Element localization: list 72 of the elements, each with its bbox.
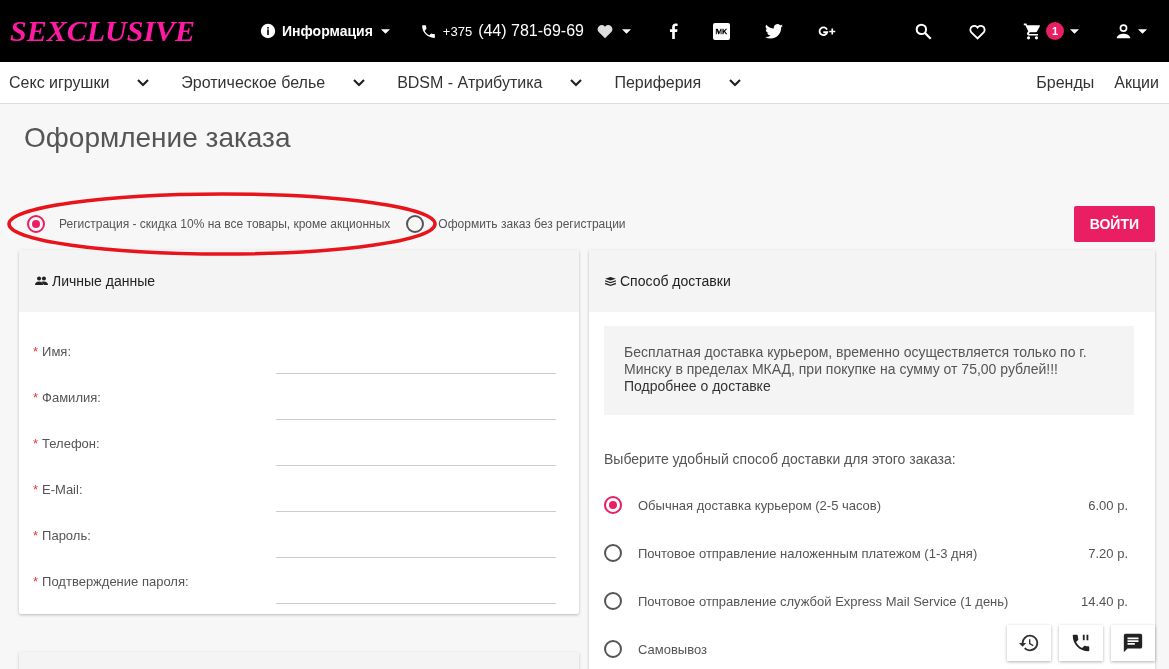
chat-button[interactable] [1111, 625, 1155, 661]
panel-title: Способ доставки [620, 273, 731, 289]
field-label: E-Mail: [42, 481, 84, 497]
delivery-prompt: Выберите удобный способ доставки для этого заказа: [604, 451, 957, 467]
phone-icon [419, 22, 437, 40]
required-asterisk: * [33, 481, 39, 497]
price-text: 7.20 р. [1088, 545, 1128, 561]
history-icon [1018, 632, 1040, 654]
field-label: Подтверждение пароля: [42, 573, 190, 589]
phone-code: +375 [442, 23, 473, 39]
nav-link[interactable]: Бренды [1036, 73, 1095, 92]
category-link[interactable]: Периферия [614, 73, 702, 92]
radio-button[interactable] [27, 215, 45, 233]
chevron-down-icon[interactable] [729, 78, 742, 87]
option-label[interactable]: Почтовое отправление наложенным платежом (1-3 дня) [638, 545, 978, 561]
category-link[interactable]: BDSM - Атрибутика [397, 73, 543, 92]
field-label: Пароль: [42, 527, 92, 543]
info-menu[interactable]: Информация [282, 23, 373, 39]
radio-label[interactable]: Регистрация - скидка 10% на все товары, кроме акционных [59, 217, 391, 231]
cart-count-badge: 1 [1046, 22, 1064, 40]
option-label[interactable]: Самовывоз [638, 641, 707, 657]
radio-label[interactable]: Оформить заказ без регистрации [438, 217, 626, 231]
phone-number[interactable]: (44) 781-69-69 [478, 22, 584, 40]
google-plus-icon[interactable] [818, 25, 836, 37]
caret-icon[interactable] [1070, 28, 1079, 34]
price-text: 6.00 р. [1088, 497, 1128, 513]
category-link[interactable]: Секс игрушки [9, 73, 110, 92]
user-icon[interactable] [1115, 22, 1132, 40]
nav-link[interactable]: Акции [1114, 73, 1159, 92]
required-asterisk: * [33, 389, 39, 405]
page-title: Оформление заказа [24, 122, 292, 155]
twitter-icon[interactable] [765, 23, 783, 39]
caret-icon[interactable] [1138, 28, 1147, 34]
radio-button[interactable] [604, 640, 622, 658]
required-asterisk: * [33, 435, 39, 451]
heart-icon[interactable] [596, 23, 614, 39]
panel-title: Личные данные [52, 273, 156, 289]
call-button[interactable] [1059, 625, 1103, 661]
field-label: Телефон: [42, 435, 101, 451]
chevron-down-icon[interactable] [137, 78, 150, 87]
users-icon [35, 276, 48, 286]
radio-button[interactable] [604, 544, 622, 562]
required-asterisk: * [33, 527, 39, 543]
caret-icon[interactable] [622, 28, 631, 34]
history-button[interactable] [1007, 625, 1051, 661]
caret-icon[interactable] [380, 28, 390, 34]
info-icon [260, 23, 276, 39]
price-text: 14.40 р. [1081, 593, 1128, 609]
vk-icon[interactable] [713, 22, 730, 40]
field-label: Имя: [42, 343, 72, 359]
radio-button[interactable] [604, 592, 622, 610]
chat-icon [1122, 632, 1144, 654]
option-label[interactable]: Обычная доставка курьером (2-5 часов) [638, 497, 882, 513]
login-button[interactable]: ВОЙТИ [1073, 206, 1155, 242]
facebook-icon[interactable] [669, 23, 678, 39]
boxes-icon [605, 276, 616, 286]
radio-button[interactable] [406, 215, 425, 233]
chevron-down-icon[interactable] [570, 78, 583, 87]
delivery-info-link[interactable]: Подробнее о доставке [624, 378, 1114, 395]
logo[interactable]: SEXCLUSIVE [10, 14, 260, 48]
field-label: Фамилия: [42, 389, 102, 405]
search-icon[interactable] [915, 22, 932, 40]
required-asterisk: * [33, 573, 39, 589]
phone-icon [1070, 632, 1092, 654]
option-label[interactable]: Почтовое отправление службой Express Mail Service (1 день) [638, 593, 1009, 609]
required-asterisk: * [33, 343, 39, 359]
cart-icon[interactable] [1023, 21, 1042, 41]
heart-icon[interactable] [968, 22, 987, 40]
chevron-down-icon[interactable] [353, 78, 366, 87]
notice-text: Бесплатная доставка курьером, временно осуществляется только по г. Минску в пределах МКАД, при покупке на сумму от 75,00 рублей!!! [624, 344, 1088, 378]
category-link[interactable]: Эротическое белье [181, 73, 326, 92]
radio-button[interactable] [604, 496, 622, 514]
